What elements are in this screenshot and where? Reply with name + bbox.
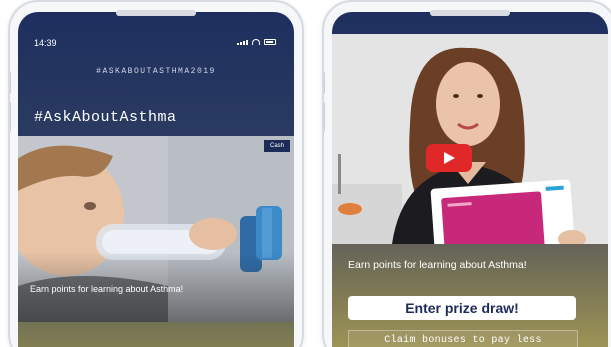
video-player[interactable]	[332, 34, 608, 244]
earn-points-text: Earn points for learning about Asthma!	[348, 259, 527, 271]
phone-side-button	[324, 72, 325, 94]
phone-side-button	[10, 102, 11, 132]
promo-photo-inhaler[interactable]: Cash Earn points for learning about Asth…	[18, 136, 294, 322]
battery-icon	[264, 39, 276, 45]
signal-icon	[237, 39, 248, 45]
status-bar: 14:39	[18, 38, 294, 52]
presenter-video-still	[332, 34, 608, 244]
wifi-icon	[252, 39, 260, 45]
hashtag-title: #AskAboutAsthma	[34, 109, 177, 126]
photo-caption: Earn points for learning about Asthma!	[30, 284, 184, 294]
phone-side-button	[324, 102, 325, 132]
phone-side-button	[10, 72, 11, 94]
claim-bonuses-banner[interactable]: Claim bonuses to pay less	[348, 330, 578, 347]
status-time: 14:39	[34, 38, 57, 48]
app-promo-screens: 14:39 #ASKABOUTASTHMA2019 #AskAboutAsthm…	[0, 0, 611, 347]
video-play-button[interactable]	[426, 144, 472, 172]
phone-notch	[430, 10, 510, 16]
phone-frame-left: 14:39 #ASKABOUTASTHMA2019 #AskAboutAsthm…	[8, 0, 304, 347]
phone-frame-right: Earn points for learning about Asthma! E…	[322, 0, 611, 347]
screen-right: Earn points for learning about Asthma! E…	[332, 12, 608, 347]
campaign-tag: #ASKABOUTASTHMA2019	[96, 67, 216, 76]
status-indicators	[237, 39, 276, 45]
enter-prize-draw-button[interactable]: Enter prize draw!	[348, 296, 576, 320]
screen-left: 14:39 #ASKABOUTASTHMA2019 #AskAboutAsthm…	[18, 12, 294, 347]
photo-badge: Cash	[263, 140, 290, 152]
phone-notch	[116, 10, 196, 16]
